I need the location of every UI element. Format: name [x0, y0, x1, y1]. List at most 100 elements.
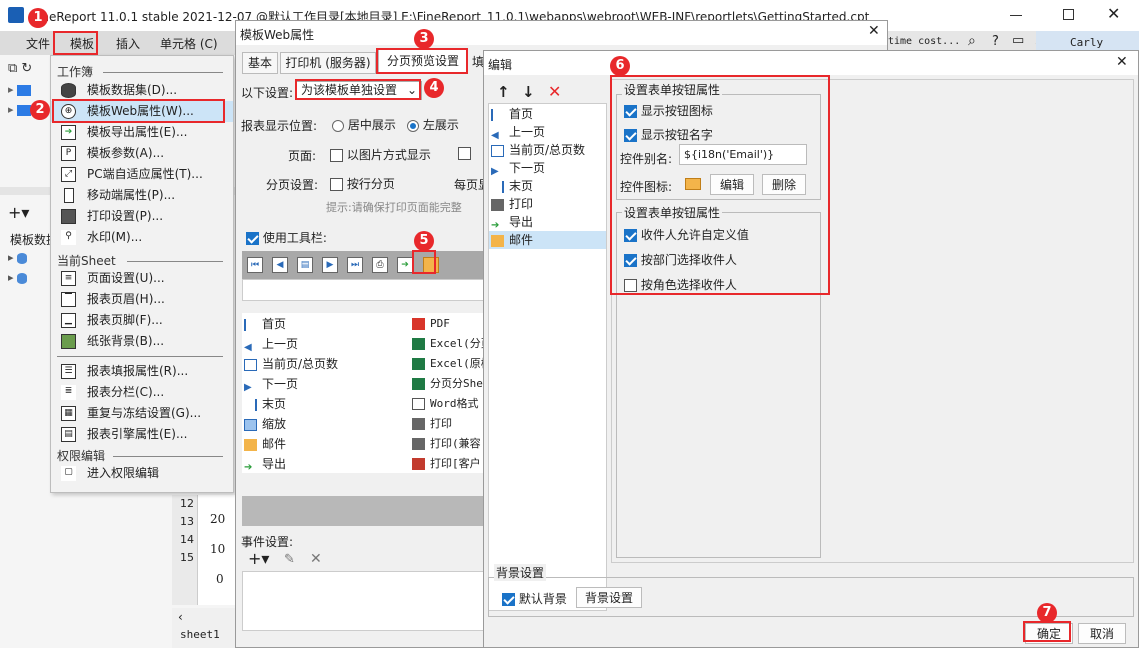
- highlight-box: [412, 250, 436, 274]
- menu-item-watermark[interactable]: ⚲ 水印(M)...: [51, 227, 233, 248]
- stamp-icon: ⚲: [61, 230, 76, 245]
- list-item[interactable]: Excel(分页: [412, 335, 492, 353]
- list-item[interactable]: 打印: [412, 415, 452, 433]
- row-number: 14: [180, 533, 194, 546]
- list-item[interactable]: 末页: [244, 395, 286, 413]
- tree-folder-2[interactable]: ▸: [8, 103, 32, 116]
- list-item[interactable]: 当前页/总页数: [244, 355, 338, 373]
- add-event-icon[interactable]: +▾: [248, 549, 269, 568]
- list-item[interactable]: 邮件: [244, 435, 286, 453]
- list-item[interactable]: 首页: [244, 315, 286, 333]
- delete-event-icon[interactable]: ✕: [310, 551, 322, 567]
- tab-basic[interactable]: 基本: [242, 52, 278, 74]
- tab-label: 基本: [247, 56, 272, 70]
- paging-label: 分页设置:: [266, 178, 319, 192]
- export-icon[interactable]: ➔: [397, 257, 413, 273]
- add-dataset-icon[interactable]: +▾: [8, 203, 29, 222]
- list-item-selected[interactable]: 邮件: [489, 231, 606, 249]
- default-bg-checkbox[interactable]: 默认背景: [502, 590, 567, 607]
- chat-icon[interactable]: ▭: [1012, 33, 1024, 48]
- menu-item-header[interactable]: ▔ 报表页眉(H)...: [51, 289, 233, 310]
- menu-cell[interactable]: 单元格 (C): [160, 35, 218, 52]
- last-page-icon[interactable]: ⏭: [347, 257, 363, 273]
- list-item[interactable]: 打印(兼容: [412, 435, 481, 453]
- list-item[interactable]: 首页: [491, 105, 533, 123]
- database-icon: [61, 83, 76, 98]
- menu-insert[interactable]: 插入: [116, 35, 140, 52]
- help-icon[interactable]: ?: [992, 34, 999, 49]
- close-window-button[interactable]: ✕: [1107, 4, 1120, 23]
- maximize-button[interactable]: [1063, 9, 1074, 20]
- scroll-left-icon[interactable]: ‹: [178, 610, 183, 624]
- page-count-icon: [244, 358, 257, 371]
- first-page-icon: [491, 108, 504, 121]
- tree-ds-1[interactable]: ▸: [8, 251, 28, 264]
- remove-icon[interactable]: ✕: [548, 82, 561, 101]
- list-item[interactable]: ➔ 导出: [491, 213, 533, 231]
- cancel-button[interactable]: 取消: [1078, 623, 1126, 644]
- list-item[interactable]: PDF: [412, 315, 450, 333]
- edit-event-icon[interactable]: ✎: [284, 552, 295, 567]
- menu-item-paper-bg[interactable]: 纸张背景(B)...: [51, 331, 233, 352]
- list-item[interactable]: 打印[客户: [412, 455, 481, 473]
- move-down-icon[interactable]: ↓: [522, 83, 535, 101]
- list-item[interactable]: 打印: [491, 195, 533, 213]
- checkbox-label: 按行分页: [346, 177, 395, 191]
- menu-item-engine[interactable]: ▤ 报表引擎属性(E)...: [51, 424, 233, 445]
- paging-by-row-checkbox[interactable]: 按行分页: [330, 175, 395, 192]
- next-page-icon[interactable]: ▶: [322, 257, 338, 273]
- step-badge: 7: [1037, 603, 1057, 623]
- use-toolbar-checkbox[interactable]: 使用工具栏:: [246, 229, 327, 246]
- zoom-icon: [244, 418, 257, 431]
- menu-item-label: 移动端属性(P)...: [87, 188, 176, 202]
- list-item[interactable]: 分页分She: [412, 375, 483, 393]
- search-icon[interactable]: ⌕: [968, 33, 976, 49]
- dialog-close-icon[interactable]: ✕: [868, 23, 880, 39]
- list-item[interactable]: 缩放: [244, 415, 286, 433]
- menu-item-footer[interactable]: ▁ 报表页脚(F)...: [51, 310, 233, 331]
- list-item[interactable]: ➔ 导出: [244, 455, 286, 473]
- freeze-icon: ▦: [61, 406, 76, 421]
- list-item[interactable]: ◀ 上一页: [244, 335, 298, 353]
- list-item[interactable]: Excel(原样: [412, 355, 492, 373]
- menu-item-columns[interactable]: ≣ 报表分栏(C)...: [51, 382, 233, 403]
- menu-item-export-attr[interactable]: ➔ 模板导出属性(E)...: [51, 122, 233, 143]
- first-page-icon[interactable]: ⏮: [247, 257, 263, 273]
- list-item[interactable]: ▶ 下一页: [491, 159, 545, 177]
- tree-folder-1[interactable]: ▸: [8, 83, 32, 96]
- image-icon: [61, 334, 76, 349]
- menu-file[interactable]: 文件: [26, 35, 50, 52]
- bg-settings-button[interactable]: 背景设置: [576, 587, 642, 608]
- display-left-radio[interactable]: 左展示: [407, 116, 459, 133]
- tab-printer[interactable]: 打印机 (服务器): [280, 52, 376, 74]
- prev-page-icon[interactable]: ◀: [272, 257, 288, 273]
- menu-item-dataset[interactable]: 模板数据集(D)...: [51, 80, 233, 101]
- tree-ds-2[interactable]: ▸: [8, 271, 28, 284]
- mail-icon: [491, 234, 504, 247]
- page-as-image-checkbox[interactable]: 以图片方式显示: [330, 146, 431, 163]
- menu-item-freeze[interactable]: ▦ 重复与冻结设置(G)...: [51, 403, 233, 424]
- menu-item-page-setup[interactable]: ≡ 页面设置(U)...: [51, 268, 233, 289]
- menu-item-params[interactable]: P 模板参数(A)...: [51, 143, 233, 164]
- list-item[interactable]: Word格式: [412, 395, 479, 413]
- menu-item-fill-attr[interactable]: ☰ 报表填报属性(R)...: [51, 361, 233, 382]
- menu-item-print[interactable]: 打印设置(P)...: [51, 206, 233, 227]
- list-item[interactable]: ▶ 下一页: [244, 375, 298, 393]
- page-count-icon[interactable]: ▤: [297, 257, 313, 273]
- minimize-button[interactable]: [1010, 15, 1022, 16]
- edit-dialog-close-icon[interactable]: ✕: [1116, 54, 1128, 70]
- menu-item-mobile[interactable]: 移动端属性(P)...: [51, 185, 233, 206]
- list-item[interactable]: ◀ 上一页: [491, 123, 545, 141]
- user-name: Carly: [1070, 36, 1104, 49]
- move-up-icon[interactable]: ↑: [497, 83, 510, 101]
- print-icon[interactable]: ⎙: [372, 257, 388, 273]
- display-center-radio[interactable]: 居中展示: [332, 116, 396, 133]
- menu-item-permission[interactable]: ▢ 进入权限编辑: [51, 463, 233, 484]
- sheet-tab[interactable]: sheet1: [180, 628, 220, 641]
- step-badge: 6: [610, 56, 630, 76]
- extra-checkbox[interactable]: [458, 146, 471, 160]
- list-item[interactable]: 当前页/总页数: [491, 141, 585, 159]
- list-item[interactable]: 末页: [491, 177, 533, 195]
- menu-item-pc-adaptive[interactable]: ⤢ PC端自适应属性(T)...: [51, 164, 233, 185]
- menubar: 文件 模板 插入 单元格 (C): [0, 31, 240, 55]
